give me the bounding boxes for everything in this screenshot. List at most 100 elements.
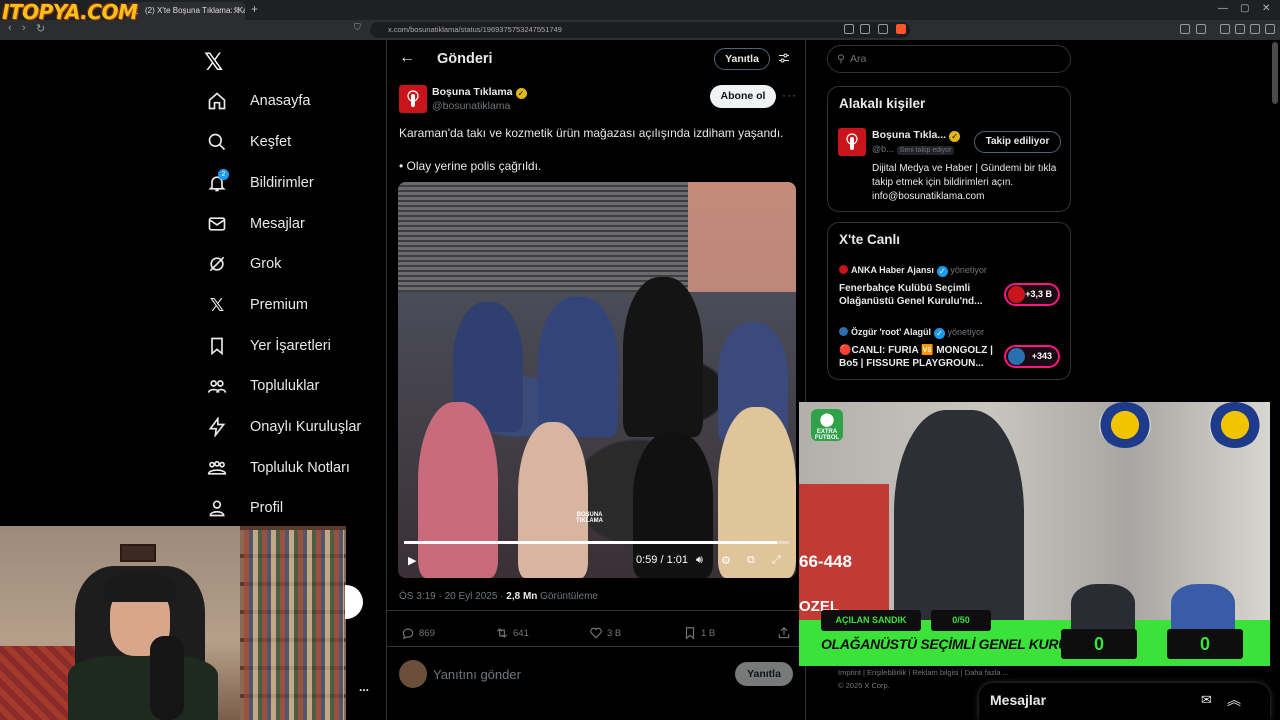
share-icon[interactable] [878,24,888,34]
nav-item-profile[interactable]: Profil [196,488,376,528]
search-icon: ⚲ [837,53,845,65]
post-text-line2: • Olay yerine polis çağrıldı. [399,159,542,173]
search-input[interactable]: ⚲ Ara [827,45,1071,73]
live-listeners-pill[interactable]: +343 [1004,345,1060,368]
page-title: Gönderi [437,51,493,67]
nav-label: Grok [250,256,282,272]
browser-tab-bar: 𝕏 (2) X'te Boşuna Tıklama: "Karama... ✕ … [0,0,1280,20]
reply-send-button[interactable]: Yanıtla [735,662,793,686]
candidate-photo [1071,584,1135,632]
video-progress-bar[interactable] [404,541,789,544]
nav-item-premium[interactable]: 𝕏 Premium [196,285,376,325]
sidebar-toggle-icon[interactable] [1235,24,1245,34]
new-tab-icon[interactable]: + [251,2,258,16]
repost-count: 641 [513,627,529,639]
share-action[interactable] [777,626,791,640]
nav-label: Yer İşaretleri [250,338,331,354]
subscribe-button[interactable]: Abone ol [710,85,776,108]
play-icon[interactable]: ▶ [408,554,416,567]
account-more-icon[interactable]: ... [359,680,369,694]
zoom-icon[interactable] [860,24,870,34]
close-tab-icon[interactable]: ✕ [232,2,240,20]
my-avatar[interactable] [399,660,427,688]
home-icon [206,90,228,112]
nav-item-explore[interactable]: Keşfet [196,122,376,162]
author-name[interactable]: Boşuna Tıklama ✓ [432,86,527,99]
heart-icon [590,627,602,639]
related-avatar[interactable] [838,128,866,156]
nav-item-community-notes[interactable]: Topluluk Notları [196,448,376,488]
like-action[interactable]: 3 B [589,626,621,640]
video-woman [718,407,796,578]
post-video[interactable]: BOŞUNA TIKLAMA ▶ 0:59 / 1:01 🔊︎ ⚙ ⧉ ⤢ [398,182,796,578]
nav-item-grok[interactable]: Grok [196,244,376,284]
extra-futbol-logo: EXTRA FUTBOL [811,409,843,441]
nav-item-notifications[interactable]: 2 Bildirimler [196,163,376,203]
candidate-photo [1171,584,1235,632]
wallet-icon[interactable] [1196,24,1206,34]
new-message-icon[interactable]: ✉ [1201,692,1212,708]
bookmark-page-icon[interactable]: ⛉ [354,22,361,33]
nav-item-messages[interactable]: Mesajlar [196,204,376,244]
following-button[interactable]: Takip ediliyor [974,131,1061,153]
maximize-icon[interactable]: ▢ [1240,3,1249,14]
nav-post-button-edge[interactable] [345,585,363,619]
author-handle[interactable]: @bosunatiklama [432,100,510,112]
header-reply-button[interactable]: Yanıtla [714,48,770,70]
nav-label: Profil [250,500,284,516]
filter-icon[interactable] [778,51,790,69]
browser-tab[interactable]: 𝕏 (2) X'te Boşuna Tıklama: "Karama... ✕ [125,2,245,20]
minimize-icon[interactable]: — [1218,3,1228,14]
url-text: x.com/bosunatiklama/status/1969375753247… [388,25,562,34]
repost-icon [496,628,508,638]
media-icon[interactable] [1220,24,1230,34]
reply-count: 869 [419,627,435,639]
live-item-title[interactable]: Fenerbahçe Kulübü Seçimli Olağanüstü Gen… [839,282,999,308]
live-listeners-pill[interactable]: +3,3 B [1004,283,1060,306]
live-item-title[interactable]: 🔴CANLI: FURIA 🆚 MONGOLZ | Bo5 | FISSURE … [839,344,999,370]
nav-item-communities[interactable]: Topluluklar [196,366,376,406]
search-placeholder: Ara [850,53,867,65]
follows-you-badge: Seni takip ediyor [896,146,955,155]
close-window-icon[interactable]: ✕ [1262,3,1270,14]
page-scrollbar[interactable] [1272,42,1278,104]
url-field[interactable]: x.com/bosunatiklama/status/1969375753247… [370,22,910,38]
author-avatar[interactable] [399,85,427,113]
nav-item-verified-orgs[interactable]: Onaylı Kuruluşlar [196,407,376,447]
nav-label: Bildirimler [250,175,314,191]
repost-action[interactable]: 641 [495,626,529,640]
video-woman [418,402,498,578]
nav-item-bookmarks[interactable]: Yer İşaretleri [196,326,376,366]
box-count-tag: 0/50 [931,610,991,631]
webcam-streamer-cap [104,572,176,602]
community-notes-icon [206,457,228,479]
back-arrow-icon[interactable]: ← [399,49,415,67]
brave-shield-icon[interactable] [896,24,906,34]
nav-label: Anasayfa [250,93,311,109]
related-name[interactable]: Boşuna Tıkla... ✓ [872,129,961,142]
more-options-icon[interactable]: ··· [782,88,797,102]
reply-input[interactable]: Yanıtını gönder [433,667,521,682]
video-time: 0:59 / 1:01 [636,554,688,566]
bookmark-action[interactable]: 1 B [683,626,715,640]
post-timestamp[interactable]: ÖS 3:19 · 20 Eyl 2025 · [399,591,506,602]
settings-icon[interactable]: ⚙ [721,554,731,567]
source-avatar-icon [839,327,848,336]
reply-action[interactable]: 869 [401,626,435,640]
post-column: ← Gönderi Yanıtla Boşuna Tıklama ✓ @bosun… [386,40,806,720]
vpn-icon[interactable] [1250,24,1260,34]
x-logo-icon[interactable]: 𝕏 [204,48,234,78]
profile-icon [206,497,228,519]
nav-item-home[interactable]: Anasayfa [196,81,376,121]
extension-icon[interactable] [1180,24,1190,34]
expand-up-icon[interactable]: ︽ [1227,690,1241,710]
picture-in-picture-icon[interactable]: ⧉ [747,554,755,567]
messages-dock[interactable]: Mesajlar ✉ ︽ [979,683,1270,720]
reader-icon[interactable] [844,24,854,34]
view-count: 2,8 Mn [506,591,538,602]
footer-links[interactable]: Imprint | Erişilebilirlik | Reklam bilgi… [838,668,1009,677]
menu-icon[interactable] [1265,24,1275,34]
volume-icon[interactable]: 🔊︎ [696,554,703,567]
fullscreen-icon[interactable]: ⤢ [772,554,781,567]
related-handle-text: @b... [872,144,894,154]
